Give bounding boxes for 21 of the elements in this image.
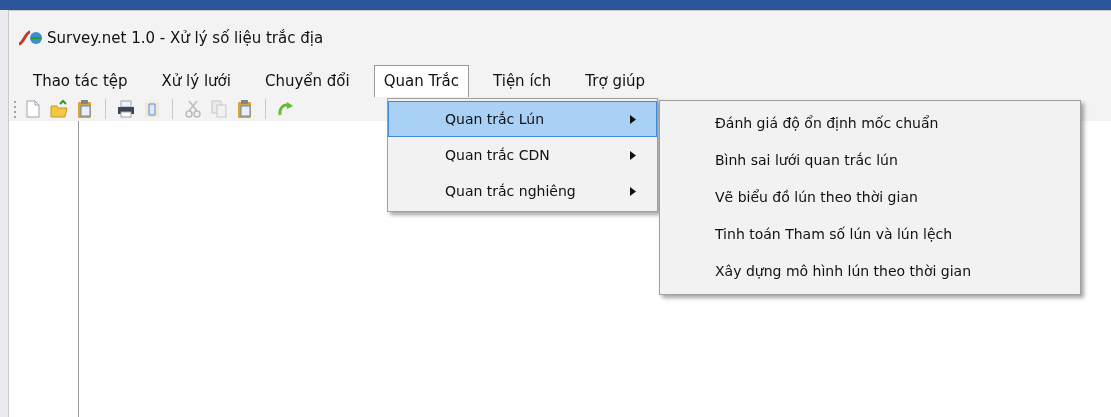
menu-item[interactable]: Xử lý lưới: [151, 65, 241, 97]
menu-item[interactable]: Trợ giúp: [575, 65, 656, 97]
app-logo-icon: [17, 29, 43, 47]
submenu-item[interactable]: Tinh toán Tham số lún và lún lệch: [660, 216, 1080, 253]
dropdown-item[interactable]: Quan trắc CDN: [388, 137, 657, 173]
printer-icon[interactable]: [116, 99, 136, 119]
window-title: Survey.net 1.0 - Xử lý số liệu trắc địa: [47, 27, 324, 49]
menu-item[interactable]: Thao tác tệp: [23, 65, 138, 97]
menu-item[interactable]: Tiện ích: [483, 65, 562, 97]
new-file-icon[interactable]: [23, 99, 43, 119]
page-icon[interactable]: [142, 99, 162, 119]
folder-icon[interactable]: [49, 99, 69, 119]
submenu-item[interactable]: Bình sai lưới quan trắc lún: [660, 142, 1080, 179]
toolbar-grip-icon: [13, 100, 17, 118]
menu-item[interactable]: Chuyển đổi: [254, 65, 360, 97]
submenu-item[interactable]: Vẽ biểu đồ lún theo thời gian: [660, 179, 1080, 216]
submenu-item[interactable]: Xây dựng mô hình lún theo thời gian: [660, 253, 1080, 290]
dropdown-item[interactable]: Quan trắc Lún: [388, 101, 657, 137]
dropdown-item[interactable]: Quan trắc nghiêng: [388, 173, 657, 209]
menu-item[interactable]: Quan Trắc: [373, 65, 469, 97]
submenu-item[interactable]: Đánh giá độ ổn định mốc chuẩn: [660, 105, 1080, 142]
